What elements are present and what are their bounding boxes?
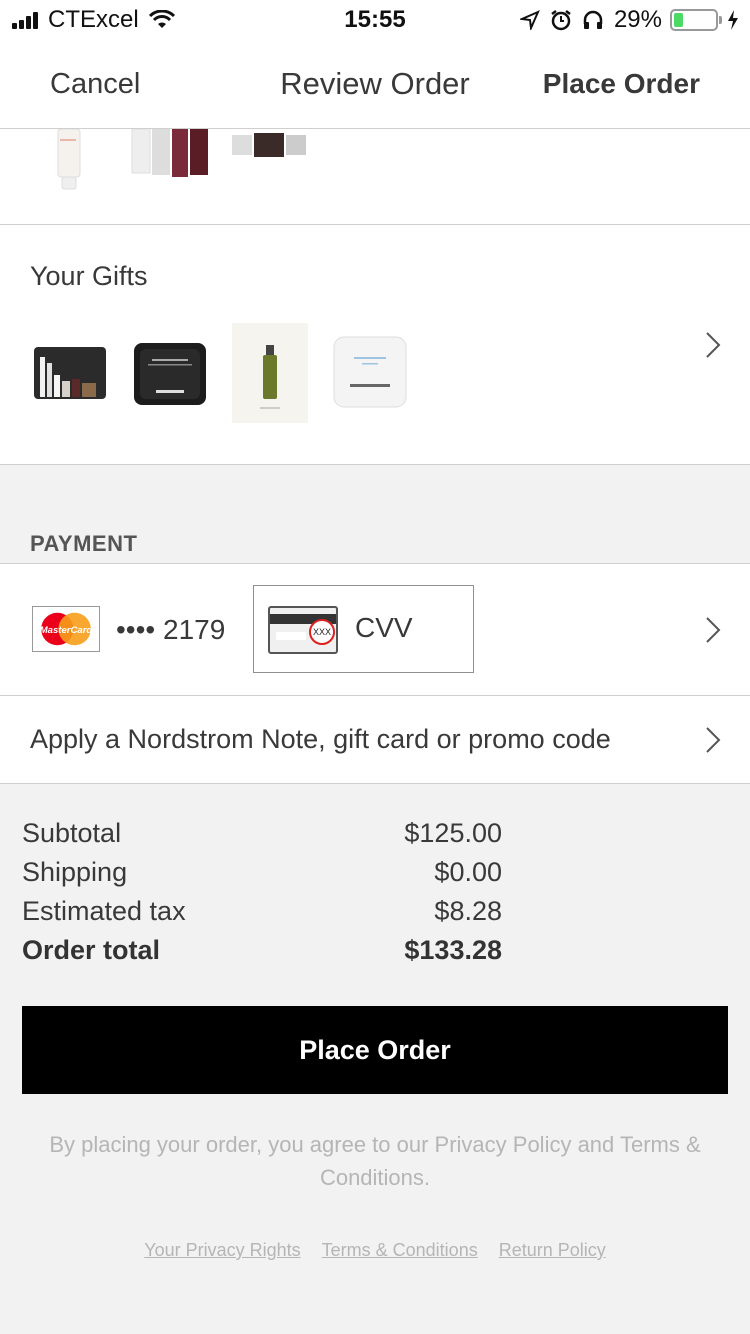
summary-label: Estimated tax xyxy=(22,896,186,926)
order-total-value: $133.28 xyxy=(404,935,502,965)
gift-image-chanel-cream xyxy=(134,343,206,405)
place-order-nav-button[interactable]: Place Order xyxy=(543,68,700,100)
summary-label: Subtotal xyxy=(22,818,122,848)
summary-row-total: Order total $133.28 xyxy=(22,935,502,974)
chevron-right-icon[interactable] xyxy=(705,726,721,754)
product-image-jars xyxy=(232,133,306,157)
product-image-bottles xyxy=(131,129,208,177)
payment-header: PAYMENT xyxy=(0,465,750,564)
headphones-icon xyxy=(583,10,603,29)
alarm-icon xyxy=(551,10,571,31)
summary-row-tax: Estimated tax $8.28 xyxy=(22,896,502,935)
gift-image-pouch-set xyxy=(34,347,106,399)
summary-row-subtotal: Subtotal $125.00 xyxy=(22,818,502,857)
summary-value: $8.28 xyxy=(434,896,502,926)
gift-image-blue-serum xyxy=(333,336,407,408)
svg-text:XXX: XXX xyxy=(313,627,331,637)
nav-bar: Cancel Review Order Place Order xyxy=(0,42,750,129)
order-total-label: Order total xyxy=(22,935,161,965)
battery-percent: 29% xyxy=(613,6,662,33)
battery-icon xyxy=(670,9,722,31)
cvv-field[interactable]: XXX CVV xyxy=(253,585,474,673)
promo-code-label: Apply a Nordstrom Note, gift card or pro… xyxy=(30,724,611,754)
privacy-rights-link[interactable]: Your Privacy Rights xyxy=(144,1240,300,1260)
order-items-strip[interactable] xyxy=(0,129,750,225)
status-bar: CTExcel 15:55 29% xyxy=(0,0,750,42)
legal-notice: By placing your order, you agree to our … xyxy=(49,1132,701,1190)
card-number-masked: •••• 2179 xyxy=(116,614,226,645)
gifts-section[interactable]: Your Gifts xyxy=(0,225,750,465)
terms-conditions-link[interactable]: Terms & Conditions xyxy=(322,1240,478,1260)
footer-links: Your Privacy Rights Terms & Conditions R… xyxy=(0,1240,750,1261)
gift-image-serum-bottle xyxy=(232,323,308,423)
summary-value: $125.00 xyxy=(404,818,502,848)
summary-label: Shipping xyxy=(22,857,128,887)
cvv-label: CVV xyxy=(355,612,413,643)
mastercard-icon: MasterCard xyxy=(32,606,100,652)
return-policy-link[interactable]: Return Policy xyxy=(499,1240,606,1260)
gifts-title: Your Gifts xyxy=(30,261,148,291)
chevron-right-icon[interactable] xyxy=(705,616,721,644)
status-right: 29% xyxy=(519,6,740,34)
place-order-button[interactable]: Place Order xyxy=(22,1006,728,1094)
promo-code-row[interactable]: Apply a Nordstrom Note, gift card or pro… xyxy=(0,696,750,784)
charging-icon xyxy=(728,10,738,30)
svg-text:MasterCard: MasterCard xyxy=(40,625,93,636)
payment-method-row[interactable]: MasterCard •••• 2179 XXX CVV xyxy=(0,564,750,696)
chevron-right-icon[interactable] xyxy=(705,331,721,359)
summary-value: $0.00 xyxy=(434,857,502,887)
card-back-cvv-icon: XXX xyxy=(268,606,338,654)
order-summary: Subtotal $125.00 Shipping $0.00 Estimate… xyxy=(22,818,502,974)
summary-row-shipping: Shipping $0.00 xyxy=(22,857,502,896)
payment-section-title: PAYMENT xyxy=(30,531,138,556)
location-icon xyxy=(519,10,540,30)
product-image-tube xyxy=(57,129,81,190)
